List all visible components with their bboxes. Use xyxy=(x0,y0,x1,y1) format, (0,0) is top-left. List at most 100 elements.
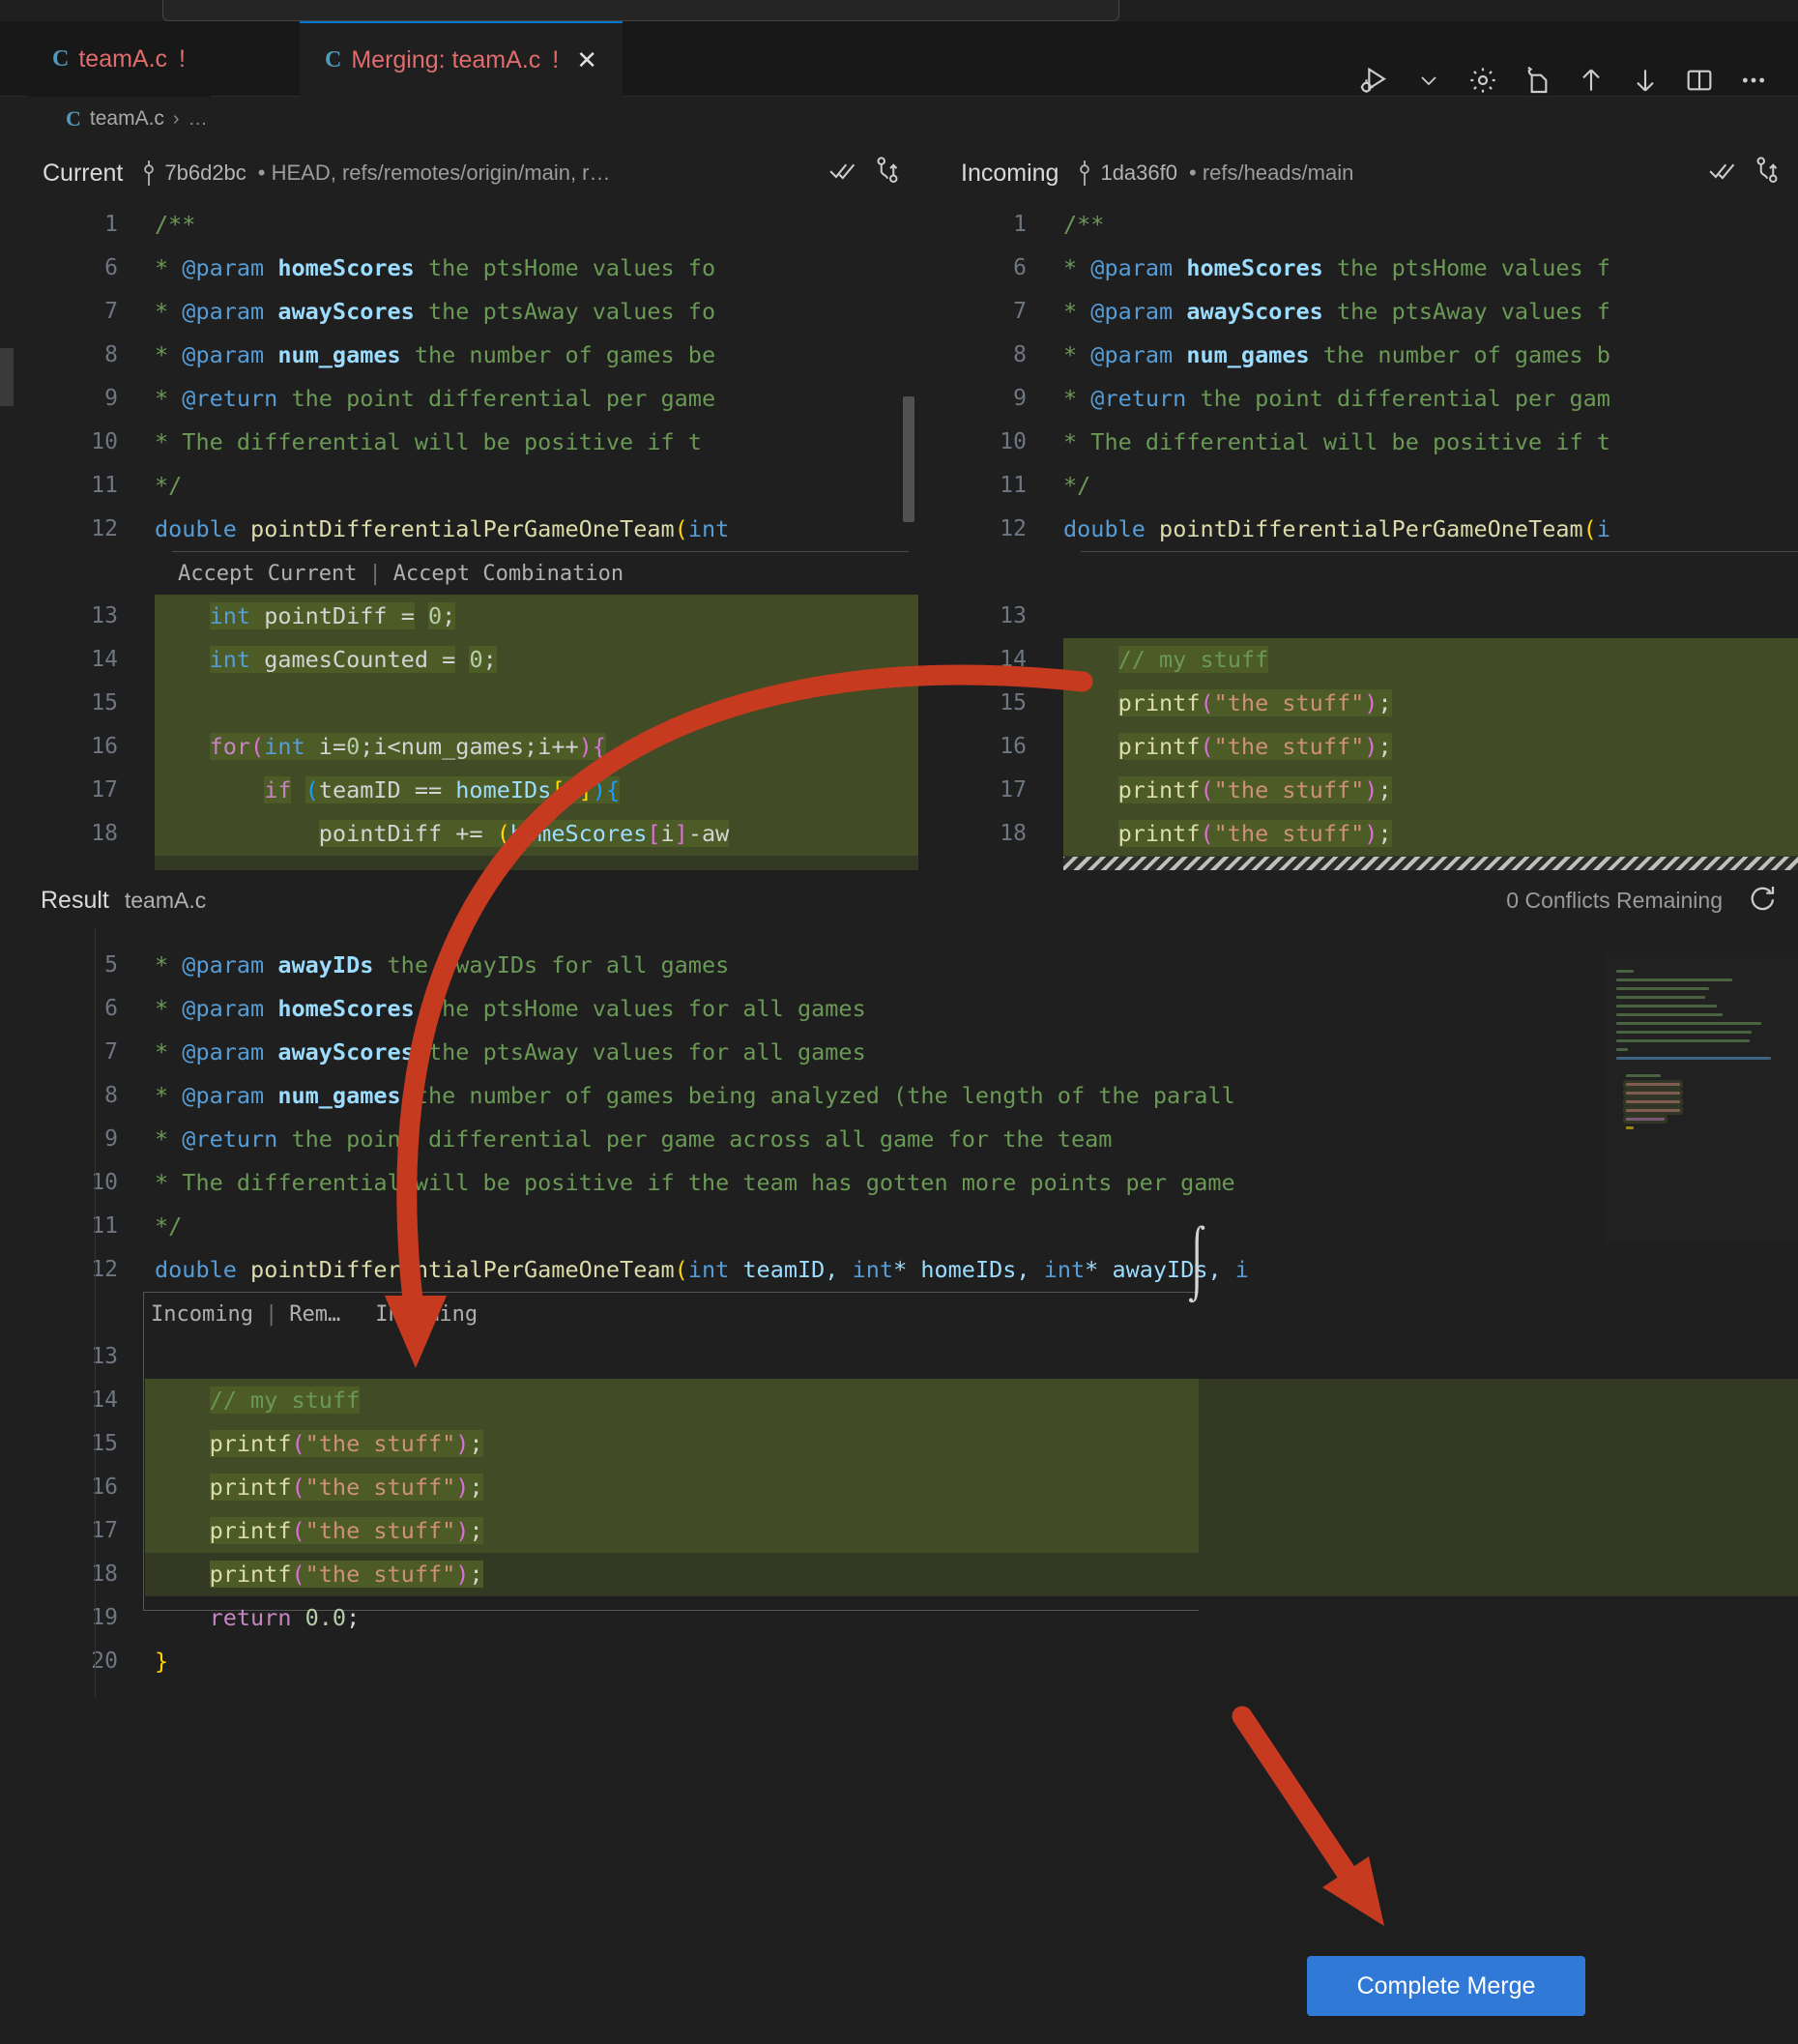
line-number: 7 xyxy=(1013,299,1027,324)
code-line[interactable]: 9 * @return the point differential per ga… xyxy=(0,377,918,421)
code-line[interactable]: 7 * @param awayScores the ptsAway values … xyxy=(0,1031,1798,1074)
code-line[interactable]: 6 * @param homeScores the ptsHome values … xyxy=(0,247,918,290)
code-line[interactable]: 14 int gamesCounted = 0; xyxy=(0,638,918,682)
code-text: double pointDifferentialPerGameOneTeam(i… xyxy=(155,508,729,551)
complete-merge-button[interactable]: Complete Merge xyxy=(1307,1956,1585,2016)
code-line[interactable]: 7 * @param awayScores the ptsAway values … xyxy=(0,290,918,334)
code-token: ] xyxy=(674,820,688,847)
code-token: homeScores xyxy=(509,820,648,847)
code-token: pointDifferentialPerGameOneTeam xyxy=(250,515,675,542)
code-line[interactable]: 13 xyxy=(918,595,1798,638)
code-token: num_games xyxy=(277,341,401,368)
accept-all-current-icon[interactable] xyxy=(829,158,858,190)
code-token: @param xyxy=(1090,298,1174,325)
close-icon[interactable]: ✕ xyxy=(576,47,597,73)
breadcrumb-overflow[interactable]: … xyxy=(188,108,208,131)
code-line[interactable]: 5 * @param awayIDs the awayIDs for all ga… xyxy=(0,944,1798,987)
code-line[interactable]: 18 pointDiff += (homeScores[i]-aw xyxy=(0,812,918,856)
tab-merging-teamA-c[interactable]: C Merging: teamA.c ! ✕ xyxy=(300,21,624,97)
code-line[interactable]: 8 * @param num_games the number of games … xyxy=(0,1074,1798,1118)
incoming-pane-title: Incoming xyxy=(961,159,1059,187)
compare-with-base-icon[interactable] xyxy=(874,156,901,191)
breadcrumb-file[interactable]: teamA.c xyxy=(90,107,164,131)
tab-modified-indicator: ! xyxy=(552,45,560,73)
code-line[interactable]: 12 double pointDifferentialPerGameOneTeam… xyxy=(918,508,1798,551)
code-token: printf xyxy=(209,1561,292,1588)
code-line[interactable]: 14 // my stuff xyxy=(0,1379,1798,1422)
current-editor[interactable]: 1 /** 6 * @param homeScores the ptsHome val… xyxy=(0,203,918,870)
code-line[interactable]: 7 * @param awayScores the ptsAway values … xyxy=(918,290,1798,334)
accept-combination-action[interactable]: Accept Combination xyxy=(393,552,624,596)
code-token: homeScores xyxy=(277,254,415,281)
minimap-slider[interactable] xyxy=(1605,952,1798,1242)
code-line[interactable]: 11 */ xyxy=(0,464,918,508)
code-line[interactable]: 9 * @return the point differential per ga… xyxy=(0,1118,1798,1161)
accept-all-incoming-icon[interactable] xyxy=(1709,158,1738,190)
code-token: = xyxy=(400,602,415,629)
result-minimap[interactable] xyxy=(1605,952,1798,1242)
code-line[interactable]: 11 */ xyxy=(0,1205,1798,1248)
code-token: gamesCounted xyxy=(250,646,443,673)
code-token: the ptsHome values for all games xyxy=(414,995,866,1022)
code-line[interactable]: 17 printf("the stuff"); xyxy=(918,769,1798,812)
code-line[interactable]: 10 * The differential will be positive if… xyxy=(918,421,1798,464)
compare-with-base-icon[interactable] xyxy=(1754,156,1781,191)
code-line[interactable]: 13 xyxy=(0,1335,1798,1379)
code-line[interactable]: 1 /** xyxy=(0,203,918,247)
code-token: printf xyxy=(209,1430,292,1457)
code-line[interactable]: 13 int pointDiff = 0; xyxy=(0,595,918,638)
code-token: "the stuff" xyxy=(304,1561,456,1588)
code-line[interactable]: 15 printf("the stuff"); xyxy=(0,1422,1798,1466)
code-line[interactable]: 18 printf("the stuff"); xyxy=(918,812,1798,856)
code-line[interactable]: 12 double pointDifferentialPerGameOneTeam… xyxy=(0,508,918,551)
code-line[interactable]: 12 double pointDifferentialPerGameOneTeam… xyxy=(0,1248,1798,1292)
line-number: 18 xyxy=(91,1562,118,1587)
code-token: ) xyxy=(455,1430,470,1457)
code-line[interactable]: 16 for(int i=0;i<num_games;i++){ xyxy=(0,725,918,769)
code-line[interactable]: 1 /** xyxy=(918,203,1798,247)
line-number: 17 xyxy=(91,1518,118,1543)
git-commit-icon xyxy=(144,161,155,186)
code-line[interactable]: 11 */ xyxy=(918,464,1798,508)
reset-merge-icon[interactable] xyxy=(1746,883,1777,919)
code-text: * @return the point differential per gam xyxy=(1063,377,1610,421)
code-text: int gamesCounted = 0; xyxy=(155,638,497,682)
code-line[interactable]: 20} xyxy=(0,1640,1798,1683)
code-line[interactable]: 14 // my stuff xyxy=(918,638,1798,682)
code-token: homeIDs xyxy=(455,776,552,803)
line-number: 11 xyxy=(91,473,118,498)
result-editor[interactable]: 5 * @param awayIDs the awayIDs for all ga… xyxy=(0,928,1798,1697)
code-line[interactable]: 9 * @return the point differential per ga… xyxy=(918,377,1798,421)
quick-input-box[interactable] xyxy=(162,0,1119,21)
code-line[interactable]: 18 printf("the stuff"); xyxy=(0,1553,1798,1596)
code-line[interactable]: 15 xyxy=(0,682,918,725)
code-line[interactable]: 10 * The differential will be positive if… xyxy=(0,1161,1798,1205)
code-line[interactable]: 6 * @param homeScores the ptsHome values … xyxy=(0,987,1798,1031)
code-line[interactable]: 19 return 0.0; xyxy=(0,1596,1798,1640)
code-token: printf xyxy=(1117,776,1201,803)
code-line[interactable]: 17 printf("the stuff"); xyxy=(0,1509,1798,1553)
code-line[interactable]: 10 * The differential will be positive if… xyxy=(0,421,918,464)
code-line[interactable]: 6 * @param homeScores the ptsHome values … xyxy=(918,247,1798,290)
breadcrumb[interactable]: C teamA.c › … xyxy=(0,97,1798,141)
code-line[interactable]: 15 printf("the stuff"); xyxy=(918,682,1798,725)
code-line[interactable]: 17 if (teamID == homeIDs[i]){ xyxy=(0,769,918,812)
tab-teamA-c[interactable]: C teamA.c ! xyxy=(27,21,211,97)
code-line[interactable]: 8 * @param num_games the number of games … xyxy=(0,334,918,377)
accept-current-action[interactable]: Accept Current xyxy=(178,552,357,596)
incoming-editor[interactable]: 1 /** 6 * @param homeScores the ptsHome val… xyxy=(918,203,1798,870)
code-text: printf("the stuff"); xyxy=(155,1553,483,1596)
code-token: @param xyxy=(182,298,265,325)
code-line[interactable]: 16 printf("the stuff"); xyxy=(0,1466,1798,1509)
current-conflict-codelens: Accept Current | Accept Combination xyxy=(172,551,909,595)
line-number: 15 xyxy=(1000,690,1027,715)
code-line[interactable]: 16 printf("the stuff"); xyxy=(918,725,1798,769)
code-line[interactable]: 8 * @param num_games the number of games … xyxy=(918,334,1798,377)
line-number: 18 xyxy=(91,821,118,846)
code-text: * The differential will be positive if t xyxy=(155,421,702,464)
